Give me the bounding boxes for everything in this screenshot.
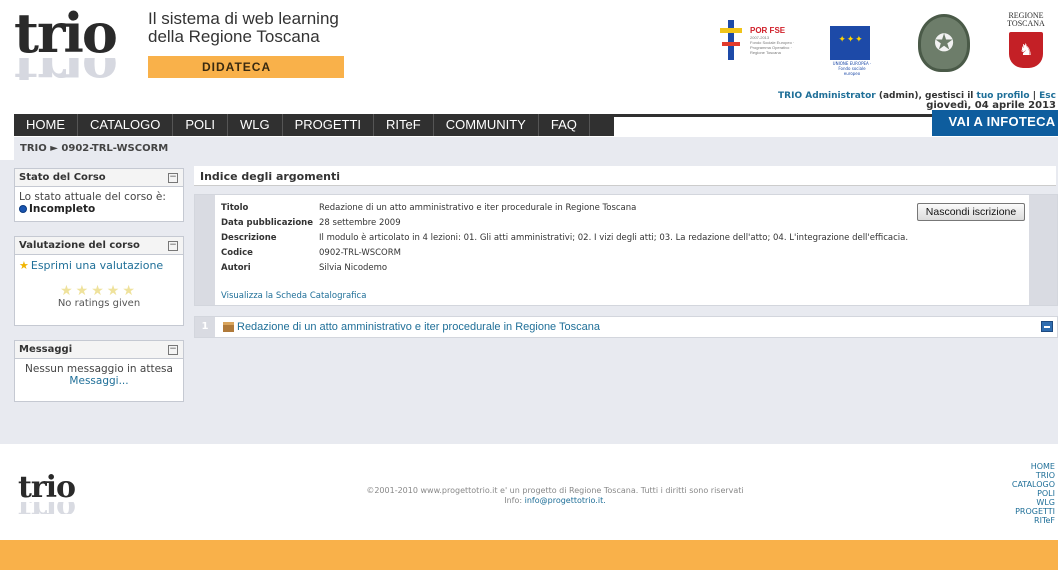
table-row: Codice 0902-TRL-WSCORM <box>221 248 401 258</box>
nav-ritef[interactable]: RITeF <box>374 114 434 136</box>
footer-link-progetti[interactable]: PROGETTI <box>1012 507 1055 516</box>
table-row: Titolo Redazione di un atto amministrativ… <box>221 203 637 213</box>
rate-course-link[interactable]: ★ Esprimi una valutazione <box>15 255 183 272</box>
collapse-icon[interactable]: − <box>168 173 178 183</box>
course-details-table: Titolo Redazione di un atto amministrativ… <box>221 203 908 278</box>
site-header: trio trio Il sistema di web learning del… <box>0 0 1058 112</box>
course-status: Incompleto <box>15 203 183 215</box>
collapse-icon[interactable]: − <box>168 241 178 251</box>
footer-link-wlg[interactable]: WLG <box>1012 498 1055 507</box>
collapse-icon[interactable]: − <box>168 345 178 355</box>
messages-block: Messaggi − Nessun messaggio in attesa Me… <box>14 340 184 402</box>
site-tagline: Il sistema di web learning della Regione… <box>148 9 339 46</box>
section-badge: DIDATECA <box>148 56 344 78</box>
por-fse-logo: POR FSE 2007-2013 Fondo Sociale Europeo … <box>702 12 806 78</box>
italian-emblem-logo: ✪ <box>918 12 974 78</box>
nav-faq[interactable]: FAQ <box>539 114 590 136</box>
regione-toscana-logo: REGIONE TOSCANA ♞ <box>998 12 1054 78</box>
por-flag-icon <box>720 20 742 60</box>
package-icon <box>223 322 234 332</box>
footer-link-catalogo[interactable]: CATALOGO <box>1012 480 1055 489</box>
eu-stars-icon: ✦ ✦ ✦ <box>830 26 870 60</box>
eu-flag-logo: ✦ ✦ ✦ UNIONE EUROPEA · Fondo sociale eur… <box>830 12 874 78</box>
course-status-block: Stato del Corso − Lo stato attuale del c… <box>14 168 184 222</box>
nav-wlg[interactable]: WLG <box>228 114 283 136</box>
catalog-card-link[interactable]: Visualizza la Scheda Catalografica <box>221 291 366 301</box>
emblem-icon: ✪ <box>918 14 970 72</box>
module-link[interactable]: Redazione di un atto amministrativo e it… <box>237 321 600 333</box>
infoteca-button[interactable]: VAI A INFOTECA <box>932 110 1058 136</box>
nav-catalogo[interactable]: CATALOGO <box>78 114 174 136</box>
logo-reflection: trio <box>14 58 124 80</box>
topics-index-header: Indice degli argomenti <box>194 166 1056 186</box>
footer-link-poli[interactable]: POLI <box>1012 489 1055 498</box>
footer-links: HOME TRIO CATALOGO POLI WLG PROGETTI RIT… <box>1012 462 1055 525</box>
footer-link-home[interactable]: HOME <box>1012 462 1055 471</box>
module-row: 1 Redazione di un atto amministrativo e … <box>194 316 1058 338</box>
info-email-link[interactable]: info@progettotrio.it. <box>525 496 606 505</box>
nav-poli[interactable]: POLI <box>173 114 228 136</box>
star-icon: ★ <box>19 259 29 272</box>
course-rating-block: Valutazione del corso − ★ Esprimi una val… <box>14 236 184 326</box>
pegasus-shield-icon: ♞ <box>1009 32 1043 68</box>
table-row: Data pubblicazione 28 settembre 2009 <box>221 218 401 228</box>
hide-subscription-button[interactable]: Nascondi iscrizione <box>917 203 1025 221</box>
nav-progetti[interactable]: PROGETTI <box>283 114 375 136</box>
footer-trio-logo[interactable]: trio trio <box>18 473 76 515</box>
trio-logo[interactable]: trio trio <box>14 6 124 80</box>
copyright-text: ©2001-2010 www.progettotrio.it e' un pro… <box>366 486 744 505</box>
nav-community[interactable]: COMMUNITY <box>434 114 539 136</box>
footer-bar <box>0 540 1058 570</box>
table-row: Autori Silvia Nicodemo <box>221 263 388 273</box>
module-number: 1 <box>195 317 215 337</box>
nav-home[interactable]: HOME <box>14 114 78 136</box>
user-info: TRIO Administrator (admin), gestisci il … <box>778 91 1056 111</box>
breadcrumb: TRIO ► 0902-TRL-WSCORM <box>14 136 1058 160</box>
user-name: TRIO Administrator <box>778 91 876 101</box>
collapse-icon[interactable] <box>1041 321 1053 332</box>
rating-stars[interactable]: ★★★★★ <box>15 284 183 298</box>
main-nav: HOME CATALOGO POLI WLG PROGETTI RITeF CO… <box>14 110 1058 136</box>
current-date: giovedì, 04 aprile 2013 <box>926 100 1056 111</box>
site-footer: trio trio ©2001-2010 www.progettotrio.it… <box>0 452 1058 540</box>
footer-link-trio[interactable]: TRIO <box>1012 471 1055 480</box>
footer-link-ritef[interactable]: RITeF <box>1012 516 1055 525</box>
logo-reflection: trio <box>18 502 75 514</box>
course-info-panel: Titolo Redazione di un atto amministrativ… <box>194 194 1058 306</box>
status-dot-icon <box>19 205 27 213</box>
messages-link[interactable]: Messaggi... <box>15 375 183 387</box>
table-row: Descrizione Il modulo è articolato in 4 l… <box>221 233 909 243</box>
